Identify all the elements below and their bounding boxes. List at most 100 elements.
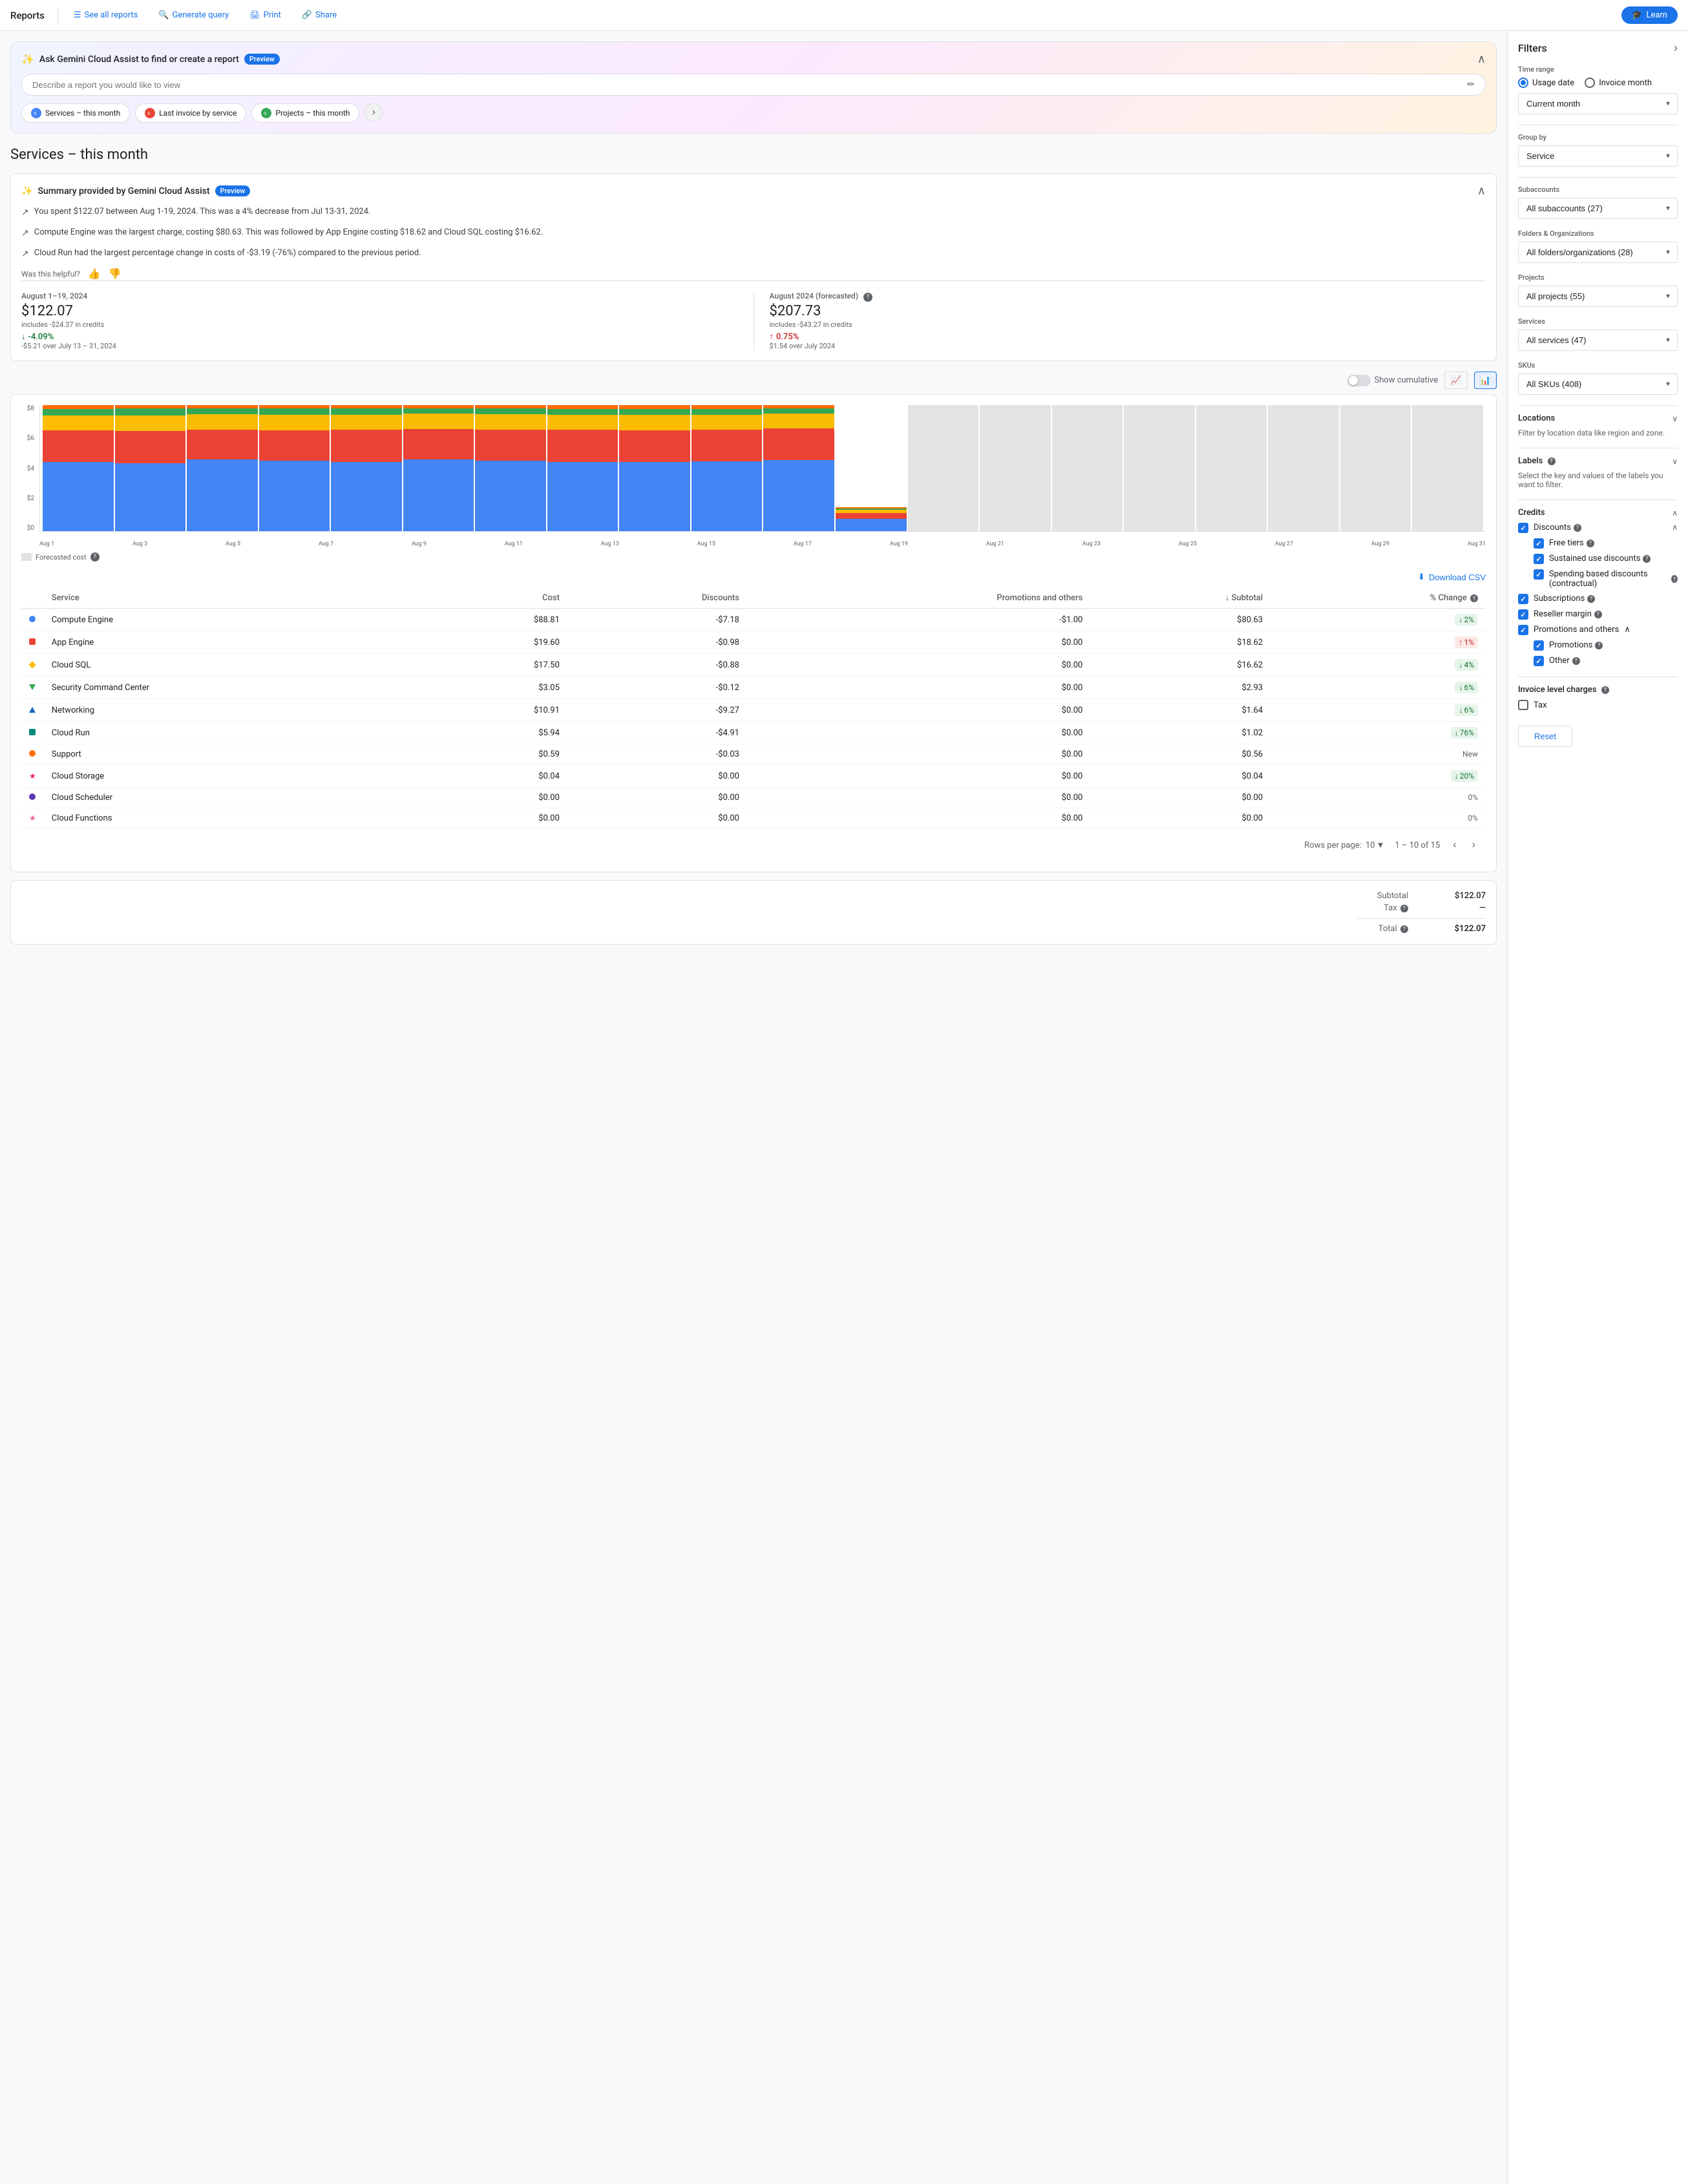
promotions-others-check-item: Promotions and others ∧	[1518, 625, 1678, 635]
table-cell-cost: $10.91	[427, 699, 567, 722]
bar-segment	[1268, 414, 1339, 429]
reset-button[interactable]: Reset	[1518, 726, 1572, 747]
totals-section: Subtotal $122.07 Tax ? — Total ?	[10, 880, 1497, 945]
summary-collapse-button[interactable]: ∧	[1477, 184, 1486, 198]
chip-last-invoice[interactable]: G Last invoice by service	[135, 103, 246, 123]
tax-checkbox[interactable]	[1518, 700, 1528, 710]
rows-per-page-select[interactable]: 10 ▼	[1366, 840, 1385, 850]
group-by-select[interactable]: Service	[1518, 145, 1678, 167]
labels-header[interactable]: Labels ? ∨	[1518, 456, 1678, 466]
invoice-month-option[interactable]: Invoice month	[1585, 78, 1652, 88]
bar-segment	[331, 430, 402, 462]
chip-services-this-month[interactable]: G Services – this month	[21, 103, 130, 123]
subaccounts-select[interactable]: All subaccounts (27)	[1518, 198, 1678, 219]
credits-header[interactable]: Credits ∧	[1518, 508, 1678, 518]
line-chart-button[interactable]: 📈	[1444, 372, 1467, 389]
metric-current-value: $122.07	[21, 303, 738, 319]
current-month-select[interactable]: Current month	[1518, 93, 1678, 114]
change-badge: ↓6%	[1455, 704, 1478, 716]
bar-segment	[619, 462, 690, 531]
print-button[interactable]: 🖨 Print	[242, 6, 289, 24]
bar-segment	[115, 408, 186, 415]
bar-segment	[1196, 429, 1267, 459]
free-tiers-checkbox[interactable]	[1534, 538, 1544, 549]
other-check-item: Other ?	[1534, 656, 1678, 666]
metric-current-change: ↓ -4.09%	[21, 331, 738, 342]
cumulative-switch[interactable]	[1347, 375, 1371, 386]
x-label: Aug 15	[697, 541, 715, 547]
bar-segment	[1196, 459, 1267, 531]
promotions-others-checkbox[interactable]	[1518, 625, 1528, 635]
google-cloud-icon-2: G	[145, 108, 155, 118]
credits-check-group: Discounts ? ∧ Free tiers ?	[1518, 523, 1678, 666]
filter-spacer-3	[1518, 405, 1678, 406]
info-icon-2: ?	[90, 552, 100, 562]
reseller-margin-checkbox[interactable]	[1518, 609, 1528, 620]
projects-select[interactable]: All projects (55)	[1518, 286, 1678, 307]
subscriptions-checkbox[interactable]	[1518, 594, 1528, 604]
other-checkbox[interactable]	[1534, 656, 1544, 666]
spending-based-checkbox[interactable]	[1534, 569, 1544, 580]
page-next-button[interactable]: ›	[1470, 837, 1478, 854]
folders-select[interactable]: All folders/organizations (28)	[1518, 242, 1678, 263]
chart-bar-group	[331, 405, 402, 531]
discounts-checkbox[interactable]	[1518, 523, 1528, 533]
bar-segment	[1268, 459, 1339, 531]
gemini-collapse-button[interactable]: ∧	[1477, 52, 1486, 66]
sort-down-icon: ↓	[1225, 593, 1230, 603]
bar-segment	[43, 430, 114, 462]
table-cell-discounts: -$4.91	[567, 722, 747, 744]
learn-button[interactable]: 🎓 Learn	[1621, 6, 1678, 24]
chips-next-button[interactable]: ›	[364, 103, 383, 121]
th-service: Service	[44, 587, 428, 609]
table-row: ★Cloud Storage$0.04$0.00$0.00$0.04↓20%	[21, 765, 1486, 788]
arrow-down-icon: ↓	[1459, 706, 1462, 715]
gemini-card: ✨ Ask Gemini Cloud Assist to find or cre…	[10, 41, 1497, 134]
bar-segment	[1340, 414, 1411, 428]
bar-segment	[908, 408, 979, 414]
folders-wrapper: All folders/organizations (28)	[1518, 242, 1678, 263]
see-all-reports-button[interactable]: ☰ See all reports	[66, 6, 146, 24]
labels-chevron-icon: ∨	[1672, 457, 1678, 466]
totals-subtotal-row: Subtotal $122.07	[1377, 891, 1486, 901]
x-label: Aug 13	[601, 541, 619, 547]
tax-info-icon: ?	[1400, 905, 1408, 912]
sustained-use-checkbox[interactable]	[1534, 554, 1544, 564]
trend-icon-3: ↗	[21, 247, 29, 261]
bar-segment	[403, 429, 474, 459]
gemini-input[interactable]	[32, 80, 1467, 90]
x-label: Aug 17	[794, 541, 812, 547]
thumbs-down-button[interactable]: 👎	[109, 268, 121, 280]
x-label: Aug 3	[132, 541, 147, 547]
page-prev-button[interactable]: ‹	[1450, 837, 1459, 854]
chip-projects-this-month[interactable]: G Projects – this month	[251, 103, 359, 123]
skus-select[interactable]: All SKUs (408)	[1518, 373, 1678, 395]
bar-chart-button[interactable]: 📊	[1474, 372, 1497, 389]
promotions-checkbox[interactable]	[1534, 640, 1544, 651]
thumbs-up-button[interactable]: 👍	[88, 268, 101, 280]
table-cell-subtotal: $0.04	[1090, 765, 1271, 788]
current-month-wrapper: Current month	[1518, 93, 1678, 114]
usage-date-option[interactable]: Usage date	[1518, 78, 1574, 88]
bar-segment	[763, 428, 834, 460]
filters-expand-button[interactable]: ›	[1674, 41, 1678, 55]
download-csv-button[interactable]: ⬇ Download CSV	[1418, 572, 1486, 582]
table-cell-discounts: -$0.03	[567, 744, 747, 765]
usage-date-radio[interactable]	[1518, 78, 1528, 88]
invoice-month-radio[interactable]	[1585, 78, 1595, 88]
services-select[interactable]: All services (47)	[1518, 330, 1678, 351]
services-filter-group: Services All services (47)	[1518, 317, 1678, 351]
table-cell-subtotal: $0.00	[1090, 808, 1271, 829]
bar-segment	[1052, 459, 1123, 531]
locations-header[interactable]: Locations ∨	[1518, 414, 1678, 423]
bar-segment	[475, 461, 546, 531]
app-brand: Reports	[10, 10, 45, 21]
table-cell-service-name: Compute Engine	[44, 609, 428, 631]
table-cell-cost: $3.05	[427, 677, 567, 699]
generate-query-button[interactable]: 🔍 Generate query	[151, 6, 237, 24]
google-cloud-icon-3: G	[261, 108, 271, 118]
share-button[interactable]: 🔗 Share	[294, 6, 344, 24]
table-cell-cost: $5.94	[427, 722, 567, 744]
up-arrow-icon: ↑	[770, 331, 774, 342]
bar-segment	[980, 459, 1051, 531]
